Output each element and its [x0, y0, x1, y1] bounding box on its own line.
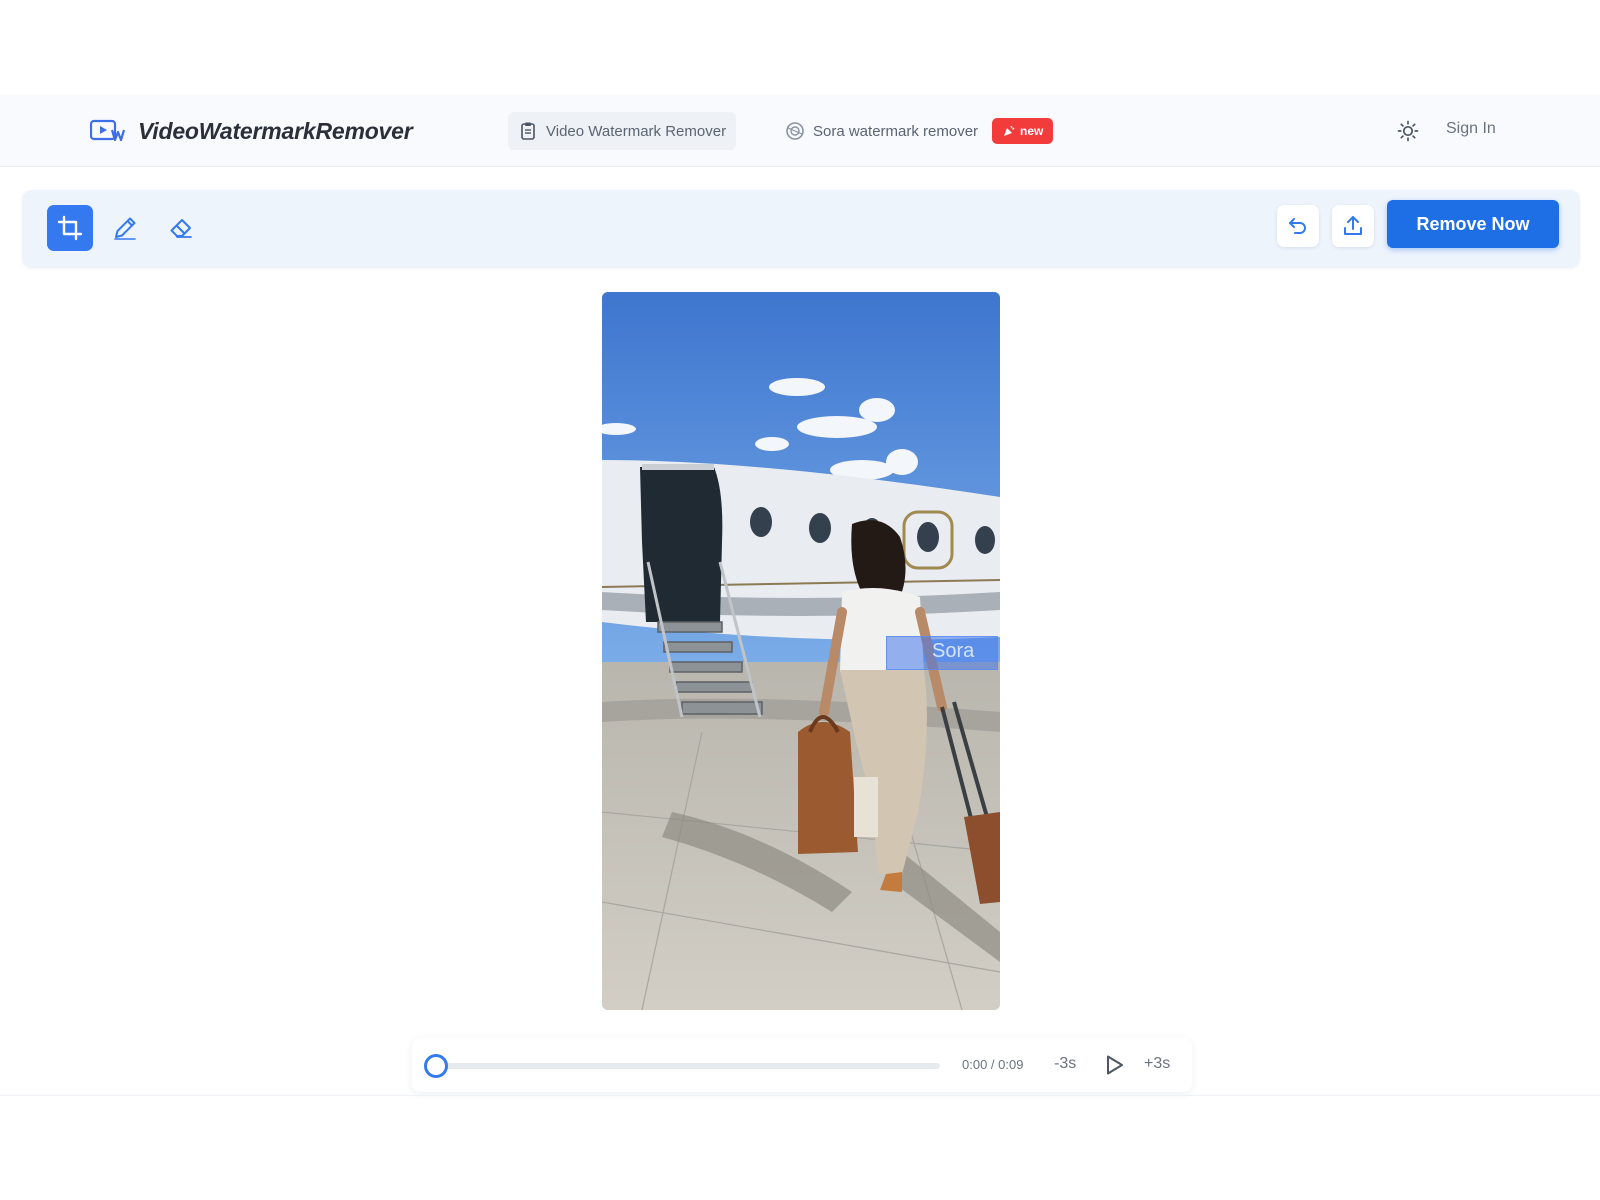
- sora-logo-icon: [786, 122, 804, 140]
- brand-name: VideoWatermarkRemover: [138, 117, 413, 144]
- upload-icon: [1344, 216, 1362, 235]
- undo-icon: [1289, 218, 1306, 234]
- progress-track[interactable]: [436, 1063, 940, 1069]
- site-header: VideoWatermarkRemover Video Watermark Re…: [0, 95, 1600, 167]
- tab-label: Video Watermark Remover: [546, 122, 727, 140]
- badge-label: new: [1020, 124, 1044, 138]
- video-logo-icon: [90, 119, 126, 142]
- sun-icon: [1397, 120, 1419, 142]
- brand[interactable]: VideoWatermarkRemover: [90, 113, 413, 149]
- clipboard-icon: [521, 122, 535, 140]
- tab-label: Sora watermark remover: [813, 122, 979, 140]
- editor-toolbar: Remove Now: [22, 190, 1580, 268]
- sign-in-link[interactable]: Sign In: [1446, 120, 1496, 138]
- theme-toggle[interactable]: [1396, 119, 1420, 143]
- tab-sora-watermark-remover[interactable]: Sora watermark remover new: [775, 112, 1063, 150]
- undo-button[interactable]: [1277, 205, 1319, 247]
- video-preview[interactable]: Sora: [602, 292, 1000, 1010]
- video-player-controls: 0:00 / 0:09 -3s +3s: [412, 1038, 1192, 1092]
- eraser-tool-button[interactable]: [158, 205, 204, 251]
- new-badge: new: [992, 118, 1054, 144]
- divider: [0, 1095, 1600, 1096]
- play-icon[interactable]: [1102, 1053, 1126, 1077]
- crop-icon: [57, 215, 83, 241]
- eraser-icon: [170, 219, 192, 238]
- forward-3s-button[interactable]: +3s: [1144, 1055, 1170, 1073]
- upload-button[interactable]: [1332, 205, 1374, 247]
- tab-video-watermark-remover[interactable]: Video Watermark Remover: [508, 112, 737, 150]
- page: VideoWatermarkRemover Video Watermark Re…: [0, 0, 1600, 1200]
- pencil-icon: [114, 217, 136, 240]
- progress-thumb[interactable]: [424, 1054, 448, 1078]
- remove-now-button[interactable]: Remove Now: [1387, 200, 1559, 248]
- party-icon: [1004, 125, 1015, 136]
- pencil-tool-button[interactable]: [102, 205, 148, 251]
- rewind-3s-button[interactable]: -3s: [1054, 1055, 1076, 1073]
- crop-tool-button[interactable]: [47, 205, 93, 251]
- watermark-text: Sora: [932, 640, 975, 662]
- time-readout: 0:00 / 0:09: [962, 1057, 1024, 1072]
